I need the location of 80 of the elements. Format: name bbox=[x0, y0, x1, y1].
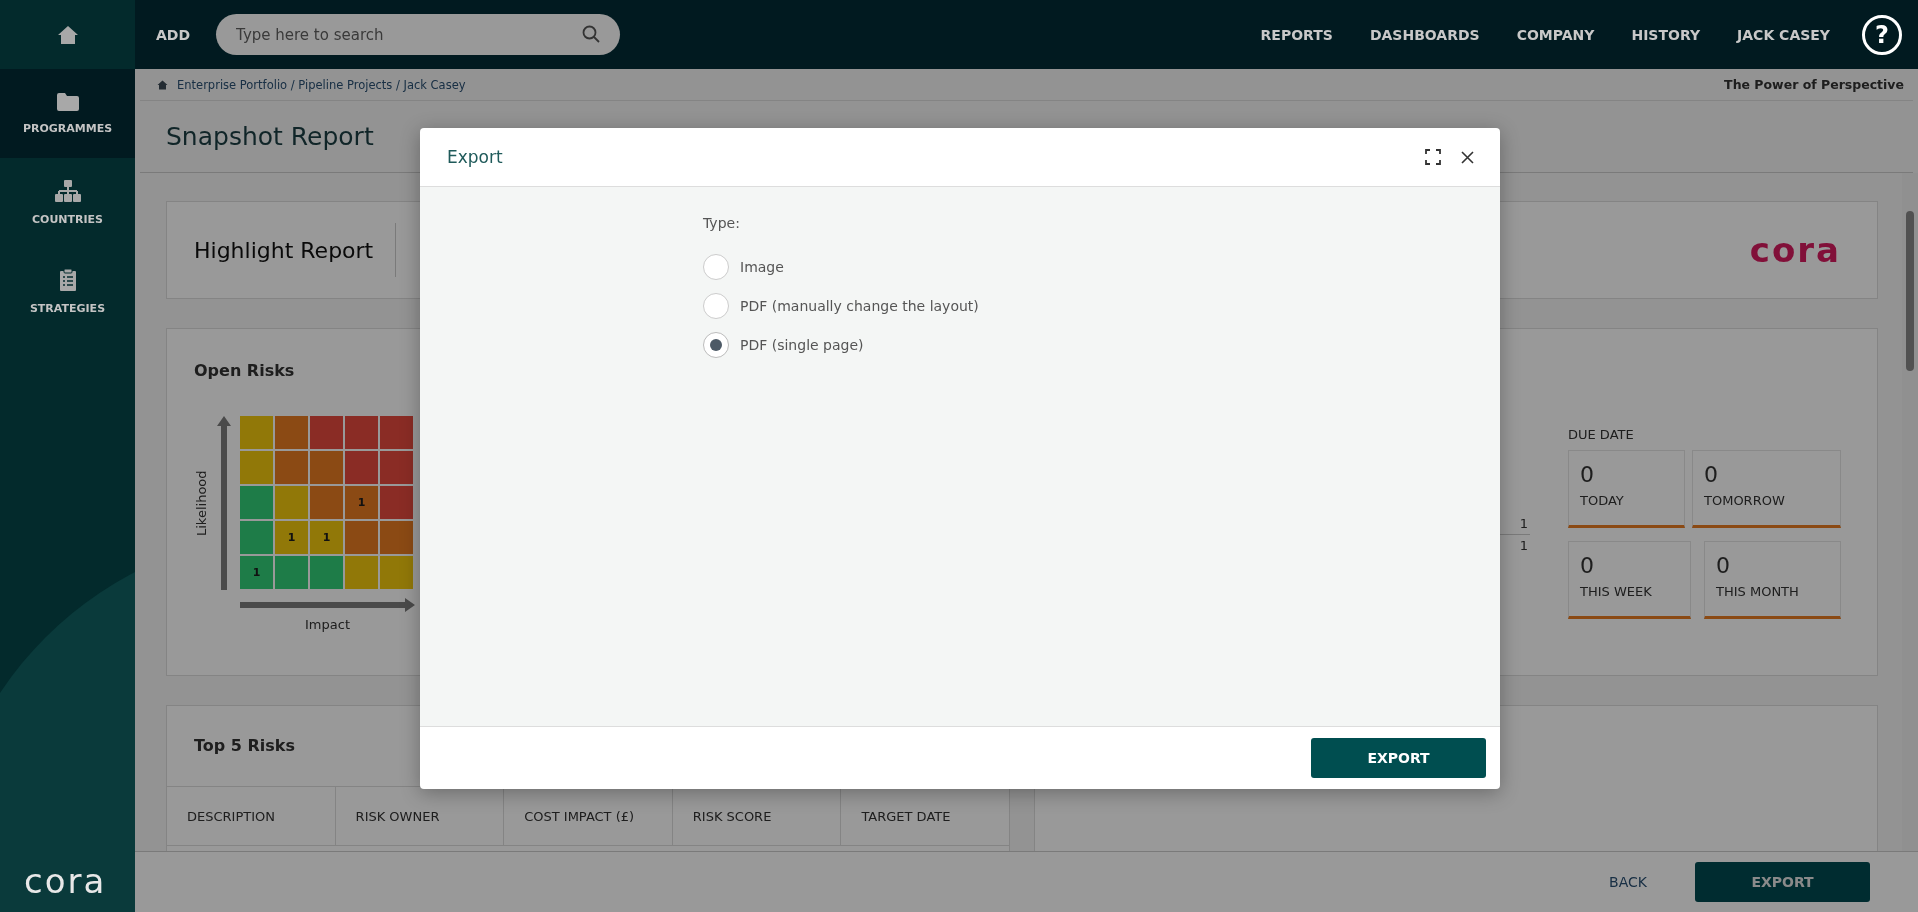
logo: cora bbox=[24, 864, 107, 898]
breadcrumb[interactable]: Enterprise Portfolio / Pipeline Projects / Jack Casey bbox=[177, 77, 466, 92]
close-icon[interactable] bbox=[1461, 150, 1474, 164]
tile-value: 0 bbox=[1716, 554, 1731, 579]
nav-link[interactable]: JACK CASEY bbox=[1737, 26, 1830, 43]
export-button[interactable]: EXPORT bbox=[1311, 738, 1486, 778]
search-field[interactable]: Type here to search bbox=[216, 14, 621, 55]
risk-matrix-cell[interactable] bbox=[345, 556, 378, 589]
tile-label: TOMORROW bbox=[1704, 493, 1786, 509]
tile-label: THIS MONTH bbox=[1716, 584, 1800, 600]
risk-matrix-cell[interactable] bbox=[380, 556, 413, 589]
risk-matrix-cell[interactable] bbox=[275, 451, 308, 484]
tile-value: 0 bbox=[1704, 463, 1719, 488]
risk-matrix-cell[interactable]: 1 bbox=[310, 521, 343, 554]
radio-option[interactable]: Image bbox=[703, 247, 784, 286]
nav-link[interactable]: DASHBOARDS bbox=[1369, 26, 1480, 43]
back-link[interactable]: BACK bbox=[1609, 874, 1647, 890]
card-title: Highlight Report bbox=[194, 237, 374, 263]
tile-value: 0 bbox=[1580, 463, 1595, 488]
help-button[interactable]: ? bbox=[1862, 14, 1902, 55]
nav-link[interactable]: HISTORY bbox=[1631, 26, 1701, 43]
risk-matrix-cell[interactable] bbox=[310, 451, 343, 484]
sidebar-item[interactable]: COUNTRIES bbox=[0, 158, 135, 247]
tile-label: TODAY bbox=[1580, 493, 1625, 509]
risk-matrix-cell[interactable] bbox=[275, 486, 308, 519]
radio-button[interactable] bbox=[703, 331, 729, 358]
home-icon bbox=[157, 79, 168, 90]
risk-matrix-cell[interactable]: 1 bbox=[275, 521, 308, 554]
risk-matrix-cell[interactable]: 1 bbox=[240, 556, 273, 589]
search-icon bbox=[582, 25, 601, 43]
risk-matrix-cell[interactable] bbox=[380, 416, 413, 449]
risk-matrix-cell[interactable] bbox=[380, 486, 413, 519]
risk-matrix-cell[interactable] bbox=[275, 556, 308, 589]
tagline: The Power of Perspective bbox=[1724, 77, 1904, 92]
risk-matrix-cell[interactable] bbox=[240, 521, 273, 554]
risk-matrix-cell[interactable] bbox=[275, 416, 308, 449]
risk-matrix-cell[interactable] bbox=[240, 486, 273, 519]
risk-matrix-cell[interactable] bbox=[240, 416, 273, 449]
risk-matrix-cell[interactable] bbox=[345, 416, 378, 449]
risk-matrix-cell[interactable] bbox=[345, 521, 378, 554]
sidebar-item[interactable]: STRATEGIES bbox=[0, 247, 135, 336]
fullscreen-icon[interactable] bbox=[1425, 149, 1441, 165]
risk-matrix-cell[interactable] bbox=[310, 486, 343, 519]
radio-button[interactable] bbox=[703, 253, 729, 280]
add-link[interactable]: ADD bbox=[156, 26, 191, 43]
page-title: Snapshot Report bbox=[166, 122, 374, 151]
nav-link[interactable]: COMPANY bbox=[1516, 26, 1595, 43]
nav-link[interactable]: REPORTS bbox=[1260, 26, 1333, 43]
field-label: Type: bbox=[703, 215, 740, 231]
due-date-tile[interactable]: 0 THIS WEEK bbox=[1568, 541, 1691, 619]
axis-label: Likelihood bbox=[194, 469, 209, 538]
card-title: Top 5 Risks bbox=[194, 736, 296, 757]
due-date-tile[interactable]: 0 TOMORROW bbox=[1692, 450, 1841, 528]
risk-matrix-cell[interactable] bbox=[345, 451, 378, 484]
export-button[interactable]: EXPORT bbox=[1695, 862, 1870, 902]
risk-matrix-cell[interactable] bbox=[310, 416, 343, 449]
section-title: DUE DATE bbox=[1568, 427, 1635, 442]
risk-matrix-cell[interactable] bbox=[240, 451, 273, 484]
due-date-tile[interactable]: 0 TODAY bbox=[1568, 450, 1685, 528]
logo: cora bbox=[1749, 230, 1841, 270]
risk-matrix-cell[interactable] bbox=[310, 556, 343, 589]
dialog-title: Export bbox=[447, 147, 503, 167]
home-icon bbox=[56, 24, 79, 45]
tile-value: 0 bbox=[1580, 554, 1595, 579]
risk-matrix-cell[interactable] bbox=[380, 451, 413, 484]
tile-label: THIS WEEK bbox=[1580, 584, 1653, 600]
folder-icon bbox=[55, 92, 80, 112]
axis-label: Impact bbox=[304, 617, 351, 632]
radio-option[interactable]: PDF (single page) bbox=[703, 325, 864, 364]
card-title: Open Risks bbox=[194, 361, 296, 380]
risk-matrix-cell[interactable] bbox=[380, 521, 413, 554]
radio-button[interactable] bbox=[703, 292, 729, 319]
hierarchy-icon bbox=[54, 179, 81, 203]
due-date-tile[interactable]: 0 THIS MONTH bbox=[1704, 541, 1841, 619]
column-header[interactable]: DESCRIPTION bbox=[167, 787, 335, 845]
sidebar-item[interactable]: PROGRAMMES bbox=[0, 69, 135, 158]
scrollbar-thumb[interactable] bbox=[1906, 211, 1914, 371]
radio-option[interactable]: PDF (manually change the layout) bbox=[703, 286, 979, 325]
count-value: 1 bbox=[1518, 537, 1529, 555]
clipboard-icon bbox=[58, 268, 77, 292]
